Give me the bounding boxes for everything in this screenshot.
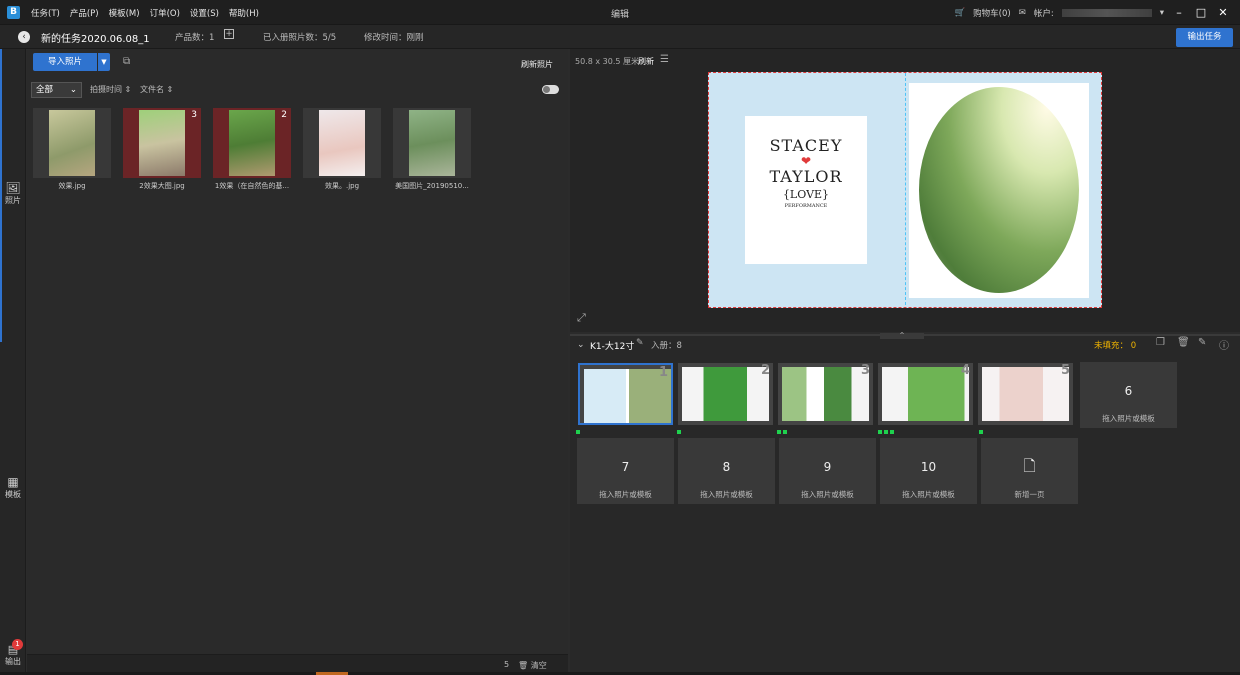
status-dot xyxy=(979,430,983,434)
photo-frame xyxy=(909,83,1089,298)
account-name-blurred xyxy=(1061,8,1152,17)
page-thumbnail[interactable]: 2 xyxy=(678,363,773,425)
trash-icon: 🗑 xyxy=(518,661,529,670)
cart-icon[interactable]: 🛒 xyxy=(955,8,966,18)
title-card: STACEY ❤ TAYLOR {LOVE} PERFORMANCE xyxy=(745,116,867,264)
status-dot xyxy=(884,430,888,434)
empty-page-slot[interactable]: 7 拖入照片或模板 xyxy=(577,438,674,504)
status-dot xyxy=(878,430,882,434)
status-dot xyxy=(783,430,787,434)
empty-page-slot[interactable]: 10 拖入照片或模板 xyxy=(880,438,977,504)
account-label[interactable]: 帐户: xyxy=(1034,7,1054,19)
photo-thumbnail[interactable]: 2 xyxy=(213,108,291,178)
status-dot xyxy=(677,430,681,434)
empty-page-slot[interactable]: 8 拖入照片或模板 xyxy=(678,438,775,504)
photo-caption: 效果.jpg xyxy=(58,182,86,190)
back-button[interactable]: ‹ xyxy=(18,31,30,43)
task-bar: ‹ 新的任务2020.06.08_1 产品数：1 + 已入册照片数：5/5 修改… xyxy=(0,25,1240,49)
page-thumbnail[interactable]: 5 xyxy=(978,363,1073,425)
sidebar-item-photos[interactable]: 🖼 照片 xyxy=(0,181,26,206)
cart-label[interactable]: 购物车(0) xyxy=(973,7,1011,19)
card-name-2: TAYLOR xyxy=(769,167,843,186)
edit-page-icon[interactable]: ✎ xyxy=(1198,337,1206,348)
sidebar: 🖼 照片 ▦ 模板 ▤ 输出 1 xyxy=(0,49,26,675)
chevron-down-icon[interactable]: ▾ xyxy=(1160,8,1164,18)
photo-thumbnail[interactable] xyxy=(303,108,381,178)
status-dot xyxy=(890,430,894,434)
empty-page-slot[interactable]: 9 拖入照片或模板 xyxy=(779,438,876,504)
edit-icon[interactable]: ✎ xyxy=(636,338,644,348)
delete-icon[interactable]: 🗑 xyxy=(1177,337,1190,348)
preview-refresh-button[interactable]: 刷新 xyxy=(638,56,654,67)
copy-page-icon[interactable]: ❐ xyxy=(1156,337,1165,348)
pages-panel: ^ ⌄ K1-大12寸 ✎ 入册：8 未填充： 0 ❐ 🗑 ✎ ⓘ 1 2 3 … xyxy=(570,333,1240,675)
minimize-icon[interactable]: – xyxy=(1172,6,1186,19)
photo-caption: 2效果大图.jpg xyxy=(139,182,185,190)
empty-page-slot[interactable]: 6 拖入照片或模板 xyxy=(1080,362,1177,428)
added-count: 入册：8 xyxy=(651,341,682,351)
status-dot xyxy=(576,430,580,434)
page-preview: 50.8 x 30.5 厘米 刷新 ☰ STACEY ❤ TAYLOR {LOV… xyxy=(570,49,1240,332)
filter-select[interactable]: 全部 ⌄ xyxy=(31,82,82,98)
refresh-photos-button[interactable]: 刷新照片 xyxy=(521,59,553,70)
grid-icon: ▦ xyxy=(7,475,19,489)
settings-icon[interactable]: ☰ xyxy=(660,54,669,65)
sidebar-item-label: 照片 xyxy=(5,196,21,205)
photo-caption: 1效果（在自然色的基... xyxy=(214,182,290,190)
product-count: 产品数：1 xyxy=(175,33,215,43)
window-controls: 🛒 购物车(0) ✉ 帐户: ▾ – □ ✕ xyxy=(955,0,1230,25)
import-dropdown-button[interactable]: ▼ xyxy=(98,53,110,71)
photo-thumbnail[interactable]: 3 xyxy=(123,108,201,178)
photo-thumbnail[interactable] xyxy=(393,108,471,178)
copy-icon[interactable]: ⧉ xyxy=(123,56,130,67)
photo-count: 5 xyxy=(504,660,510,669)
sort-by-time[interactable]: 拍摄时间 ⇕ xyxy=(90,84,131,95)
card-word: {LOVE} xyxy=(782,188,830,201)
export-task-button[interactable]: 输出任务 xyxy=(1176,28,1233,47)
add-product-icon[interactable]: + xyxy=(224,29,234,39)
sidebar-item-label: 模板 xyxy=(5,490,21,499)
card-subtitle: PERFORMANCE xyxy=(784,203,828,209)
clear-button[interactable]: 🗑 清空 xyxy=(518,660,547,671)
sidebar-item-templates[interactable]: ▦ 模板 xyxy=(0,475,26,500)
heart-icon: ❤ xyxy=(800,154,812,168)
add-page-button[interactable]: 🗋 新增一页 xyxy=(981,438,1078,504)
page-thumbnail[interactable]: 3 xyxy=(778,363,873,425)
status-dot xyxy=(777,430,781,434)
added-photo-count: 已入册照片数：5/5 xyxy=(263,33,337,43)
output-badge: 1 xyxy=(12,639,23,650)
close-icon[interactable]: ✕ xyxy=(1216,6,1230,19)
fullscreen-icon[interactable]: ⤢ xyxy=(577,311,586,325)
photo-thumbnail[interactable] xyxy=(33,108,111,178)
oval-photo[interactable] xyxy=(919,87,1079,293)
collapse-handle[interactable]: ^ xyxy=(880,333,924,339)
task-name: 新的任务2020.06.08_1 xyxy=(41,34,150,45)
toggle-switch[interactable] xyxy=(542,85,559,94)
page-size: 50.8 x 30.5 厘米 xyxy=(575,57,639,66)
maximize-icon[interactable]: □ xyxy=(1194,6,1208,19)
sidebar-item-output[interactable]: ▤ 输出 1 xyxy=(0,639,26,667)
page-thumbnail[interactable]: 4 xyxy=(878,363,973,425)
page-thumbnail[interactable]: 1 xyxy=(578,363,673,425)
mail-icon[interactable]: ✉ xyxy=(1019,8,1026,18)
image-icon: 🖼 xyxy=(5,181,21,195)
chevron-down-icon[interactable]: ⌄ xyxy=(577,340,585,350)
card-name-1: STACEY xyxy=(769,136,843,155)
sidebar-item-label: 输出 xyxy=(5,657,21,666)
album-spread[interactable]: STACEY ❤ TAYLOR {LOVE} PERFORMANCE xyxy=(708,72,1102,308)
sort-by-name[interactable]: 文件名 ⇕ xyxy=(140,84,173,95)
product-name: K1-大12寸 xyxy=(590,342,635,352)
info-icon[interactable]: ⓘ xyxy=(1219,337,1229,352)
add-page-icon: 🗋 xyxy=(1023,457,1036,475)
import-photos-button[interactable]: 导入照片 xyxy=(33,53,97,71)
unfilled-count: 未填充： 0 xyxy=(1094,341,1137,351)
menu-bar: B 任务(T) 产品(P) 模板(M) 订单(O) 设置(S) 帮助(H) 编辑… xyxy=(0,0,1240,25)
photo-caption: 美国图片_20190510... xyxy=(395,182,469,190)
modified-time: 修改时间：刚刚 xyxy=(364,33,424,43)
spine-line xyxy=(905,73,906,305)
chevron-down-icon: ⌄ xyxy=(69,85,77,95)
photo-caption: 效果。.jpg xyxy=(324,182,360,190)
photo-panel: 导入照片 ▼ ⧉ 刷新照片 全部 ⌄ 拍摄时间 ⇕ 文件名 ⇕ 3 2 效果.jp… xyxy=(27,49,568,675)
